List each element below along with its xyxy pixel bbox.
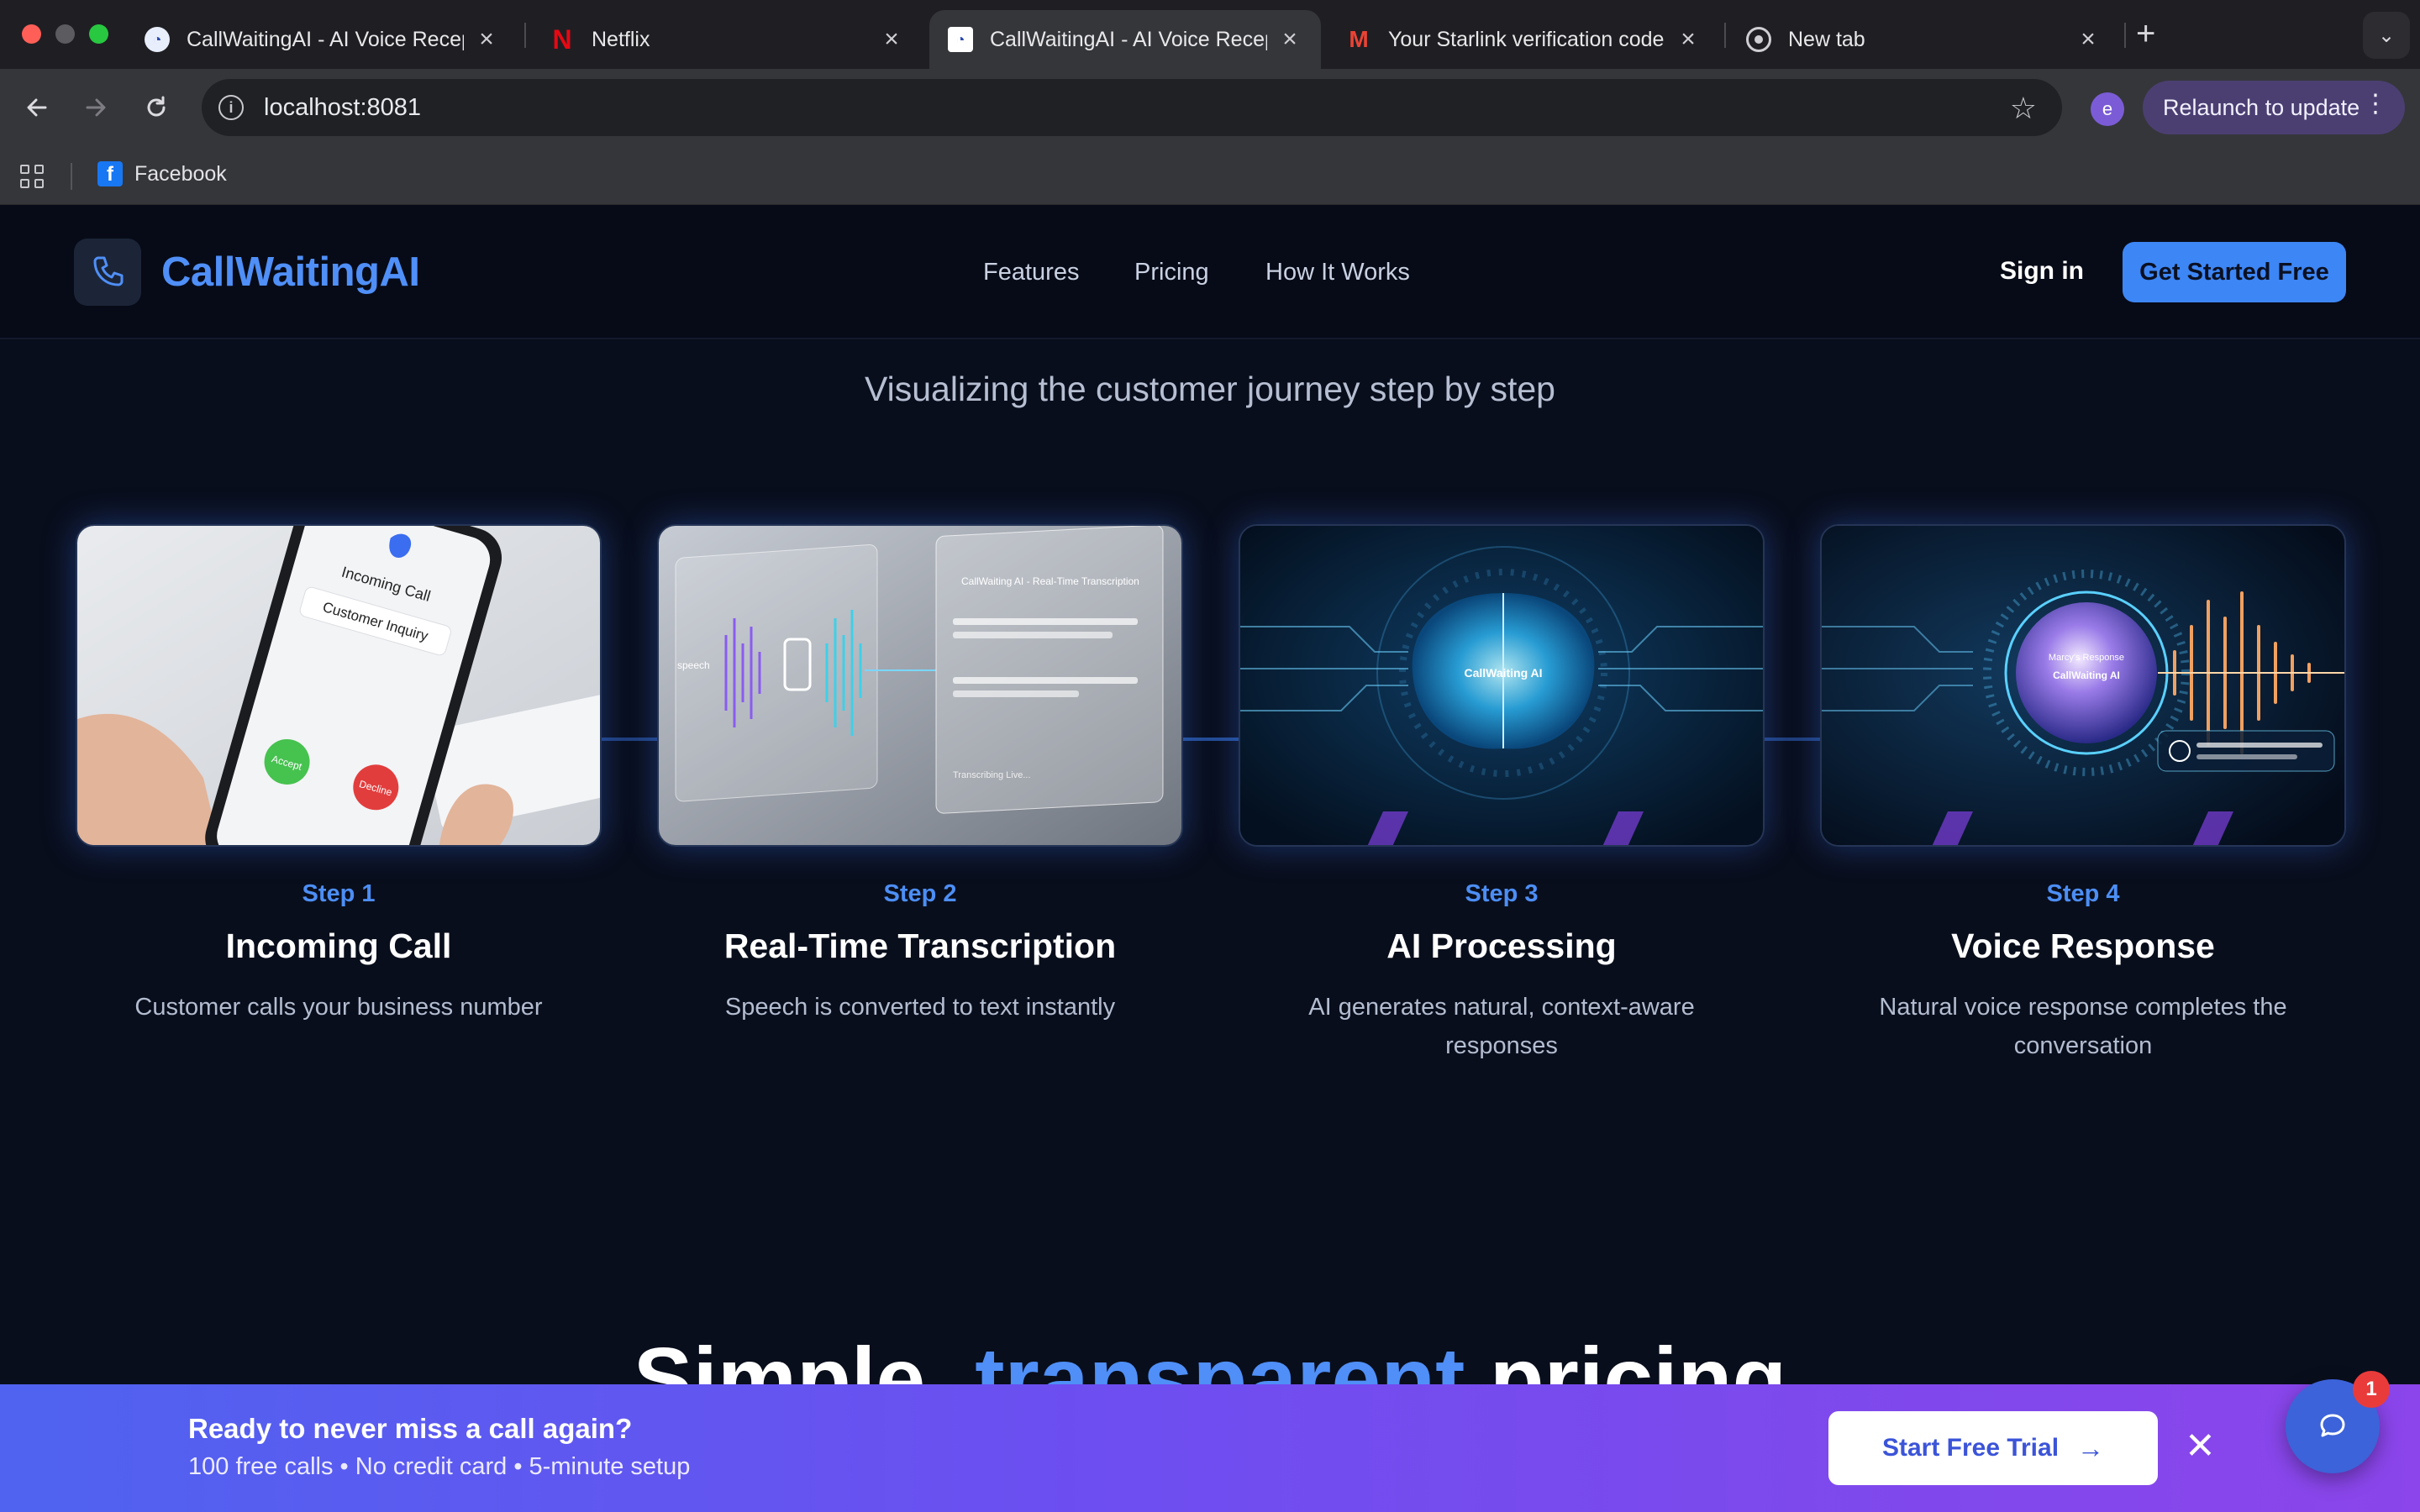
notification-badge: 1 bbox=[2353, 1371, 2390, 1408]
banner-title: Ready to never miss a call again? bbox=[188, 1413, 633, 1444]
step-description: AI generates natural, context-aware resp… bbox=[1308, 994, 1695, 1059]
forward-arrow-icon[interactable] bbox=[76, 87, 116, 128]
nav-how-it-works[interactable]: How It Works bbox=[1265, 259, 1410, 286]
web-page: CallWaitingAI Features Pricing How It Wo… bbox=[0, 205, 2420, 1512]
apps-grid-icon[interactable] bbox=[20, 165, 44, 188]
window-minimize-button[interactable] bbox=[55, 24, 75, 44]
step-description: Natural voice response completes the con… bbox=[1879, 994, 2287, 1059]
arrow-right-icon: → bbox=[2077, 1432, 2105, 1463]
close-tab-icon[interactable]: × bbox=[1676, 25, 1701, 54]
back-arrow-icon[interactable] bbox=[17, 87, 57, 128]
speech-label: speech bbox=[677, 659, 710, 671]
bookmark-label: Facebook bbox=[134, 161, 227, 186]
gmail-favicon-icon: M bbox=[1349, 26, 1369, 52]
step-title: Real-Time Transcription bbox=[723, 927, 1117, 965]
tab-divider bbox=[1724, 23, 1726, 48]
more-menu-icon[interactable]: ⋮ bbox=[2363, 92, 2388, 117]
ai-brand-text: CallWaiting AI bbox=[1464, 666, 1542, 680]
step-number: Step 3 bbox=[1465, 880, 1539, 907]
facebook-icon: f bbox=[97, 161, 123, 186]
step-number: Step 4 bbox=[2046, 880, 2120, 907]
step-title: Incoming Call bbox=[225, 927, 452, 965]
close-tab-icon[interactable]: × bbox=[1277, 25, 1302, 54]
chrome-favicon-icon bbox=[1746, 27, 1771, 52]
step-card-incoming-call: Incoming Call Customer Inquiry Accept De… bbox=[76, 524, 602, 1026]
step-card-ai-processing: CallWaiting AI Step 3 AI Processing AI g… bbox=[1239, 524, 1765, 1065]
browser-tab[interactable]: New tab × bbox=[1728, 10, 2119, 69]
window-close-button[interactable] bbox=[22, 24, 41, 44]
bookmark-star-icon[interactable]: ☆ bbox=[2010, 91, 2037, 126]
tab-title: Netflix bbox=[592, 27, 650, 51]
browser-toolbar: i localhost:8081 ☆ e Relaunch to update … bbox=[0, 69, 2420, 146]
phone-logo-icon[interactable] bbox=[74, 239, 141, 306]
bookmark-facebook[interactable]: f Facebook bbox=[97, 161, 227, 186]
sign-in-link[interactable]: Sign in bbox=[2000, 257, 2084, 286]
start-free-trial-button[interactable]: Start Free Trial → bbox=[1828, 1411, 2158, 1485]
tab-search-chevron-icon[interactable]: ⌄ bbox=[2363, 12, 2410, 59]
cta-banner: Ready to never miss a call again? 100 fr… bbox=[0, 1384, 2420, 1512]
orb-brand-text: CallWaiting AI bbox=[2053, 669, 2120, 681]
browser-tab-bar: ◔ CallWaitingAI - AI Voice Recep × N Net… bbox=[0, 0, 2420, 69]
nav-features[interactable]: Features bbox=[983, 259, 1079, 286]
tab-title: CallWaitingAI - AI Voice Recep bbox=[990, 27, 1267, 51]
site-header: CallWaitingAI Features Pricing How It Wo… bbox=[0, 205, 2420, 339]
close-banner-icon[interactable]: ✕ bbox=[2185, 1428, 2216, 1465]
step-card-voice-response: Marcy's Response CallWaiting AI Step 4 V… bbox=[1820, 524, 2346, 1065]
close-tab-icon[interactable]: × bbox=[879, 25, 904, 54]
banner-subtitle: 100 free calls • No credit card • 5-minu… bbox=[188, 1453, 691, 1480]
step-card-transcription: speech CallWaiting AI - Real-Time Transc… bbox=[657, 524, 1183, 1026]
step-number: Step 1 bbox=[302, 880, 376, 907]
journey-subtitle: Visualizing the customer journey step by… bbox=[865, 370, 1555, 408]
browser-tab[interactable]: M Your Starlink verification code × bbox=[1328, 10, 1719, 69]
bookmarks-bar: f Facebook bbox=[0, 146, 2420, 205]
browser-tab[interactable]: ◔ CallWaitingAI - AI Voice Recep × bbox=[126, 10, 518, 69]
close-tab-icon[interactable]: × bbox=[474, 25, 499, 54]
tab-title: CallWaitingAI - AI Voice Recep bbox=[187, 27, 464, 51]
browser-tab[interactable]: N Netflix × bbox=[531, 10, 923, 69]
trial-button-label: Start Free Trial bbox=[1881, 1434, 2060, 1462]
step-description: Speech is converted to text instantly bbox=[724, 994, 1116, 1021]
step-image-phone-call: Incoming Call Customer Inquiry Accept De… bbox=[76, 524, 602, 847]
marcys-response-text: Marcy's Response bbox=[2049, 653, 2124, 663]
step-description: Customer calls your business number bbox=[134, 994, 543, 1021]
get-started-button[interactable]: Get Started Free bbox=[2123, 242, 2346, 302]
step-image-voice-orb: Marcy's Response CallWaiting AI bbox=[1820, 524, 2346, 847]
relaunch-to-update-button[interactable]: Relaunch to update ⋮ bbox=[2143, 81, 2405, 134]
tab-title: New tab bbox=[1788, 27, 1865, 51]
bookmarks-divider bbox=[71, 163, 72, 190]
callwaiting-favicon-icon: ◔ bbox=[145, 27, 170, 52]
chat-icon bbox=[2320, 1414, 2345, 1437]
relaunch-label: Relaunch to update bbox=[2163, 94, 2360, 120]
step-number: Step 2 bbox=[883, 880, 957, 907]
callwaiting-favicon-icon: ◔ bbox=[948, 27, 973, 52]
tab-title: Your Starlink verification code bbox=[1388, 27, 1665, 51]
nav-pricing[interactable]: Pricing bbox=[1134, 259, 1209, 286]
window-maximize-button[interactable] bbox=[89, 24, 108, 44]
url-text[interactable]: localhost:8081 bbox=[264, 94, 421, 122]
netflix-favicon-icon: N bbox=[552, 24, 572, 55]
site-info-icon[interactable]: i bbox=[218, 95, 244, 120]
step-image-transcription: speech CallWaiting AI - Real-Time Transc… bbox=[657, 524, 1183, 847]
transcription-window-title: CallWaiting AI - Real-Time Transcription bbox=[961, 575, 1139, 587]
step-image-ai-brain: CallWaiting AI bbox=[1239, 524, 1765, 847]
brand-name[interactable]: CallWaitingAI bbox=[161, 249, 420, 296]
tab-divider bbox=[2124, 23, 2126, 48]
transcribing-live-text: Transcribing Live... bbox=[953, 770, 1031, 780]
close-tab-icon[interactable]: × bbox=[2075, 25, 2101, 54]
profile-avatar[interactable]: e bbox=[2091, 92, 2124, 126]
tab-divider bbox=[524, 23, 526, 48]
new-tab-plus-icon[interactable]: + bbox=[2136, 15, 2155, 53]
step-title: AI Processing bbox=[1386, 927, 1617, 965]
address-bar[interactable]: i localhost:8081 ☆ bbox=[202, 79, 2062, 136]
browser-tab-active[interactable]: ◔ CallWaitingAI - AI Voice Recep × bbox=[929, 10, 1321, 69]
step-title: Voice Response bbox=[1951, 927, 2215, 965]
reload-icon[interactable] bbox=[136, 87, 176, 128]
